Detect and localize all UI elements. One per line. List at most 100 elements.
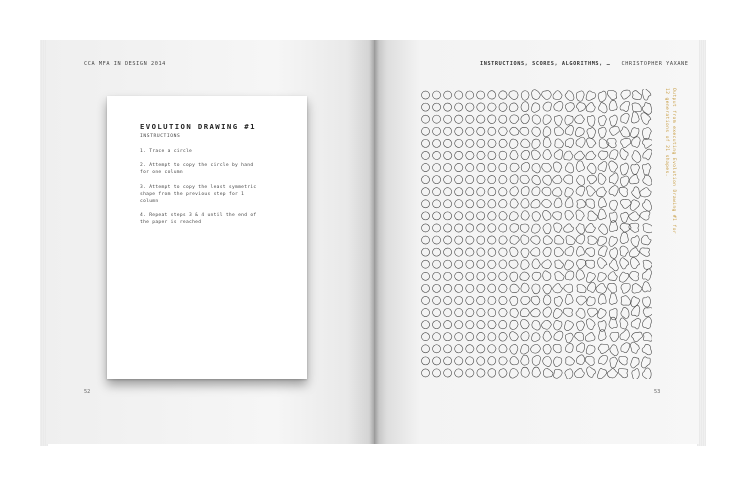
drawn-shape <box>628 222 640 233</box>
drawn-shape <box>620 342 631 354</box>
drawn-shape <box>642 296 651 308</box>
drawn-shape <box>509 307 519 318</box>
drawn-shape <box>597 343 610 354</box>
drawn-shape <box>541 90 552 100</box>
drawn-shape <box>586 318 596 330</box>
drawn-shape <box>629 199 640 211</box>
drawn-shape <box>498 163 508 173</box>
drawn-shape <box>564 332 574 344</box>
drawn-shape <box>542 235 553 245</box>
drawn-shape <box>454 151 464 160</box>
drawn-shape <box>531 355 541 366</box>
drawn-shape <box>552 90 563 100</box>
drawn-shape <box>487 259 497 269</box>
drawn-shape <box>432 247 442 257</box>
drawn-shape <box>498 368 508 378</box>
drawn-shape <box>620 307 630 319</box>
drawn-shape <box>554 271 565 281</box>
drawn-shape <box>607 283 617 294</box>
drawn-shape <box>454 356 464 366</box>
drawn-shape <box>465 151 475 160</box>
drawn-shape <box>553 161 563 173</box>
drawing-caption: Output from executing Evolution Drawing … <box>664 88 676 234</box>
drawn-shape <box>639 247 650 257</box>
drawn-shape <box>642 163 652 176</box>
instruction-step: 3. Attempt to copy the least symmetric s… <box>140 184 257 205</box>
drawn-shape <box>586 366 596 378</box>
drawn-shape <box>454 247 464 257</box>
drawn-shape <box>640 234 652 246</box>
drawn-shape <box>509 344 519 355</box>
drawn-shape <box>587 210 598 221</box>
drawn-shape <box>586 127 597 139</box>
drawn-shape <box>520 149 530 160</box>
drawn-shape <box>641 89 652 101</box>
drawn-shape <box>575 136 586 148</box>
page-number-left: 52 <box>84 389 91 395</box>
drawn-shape <box>476 163 486 173</box>
drawn-shape <box>619 222 632 233</box>
drawn-shape <box>454 102 464 112</box>
right-header-author: CHRISTOPHER YAXANE <box>621 61 689 67</box>
drawn-shape <box>465 344 475 354</box>
drawn-shape <box>642 367 652 379</box>
drawn-shape <box>421 247 431 257</box>
drawn-shape <box>487 102 497 112</box>
drawn-shape <box>454 114 464 124</box>
drawn-shape <box>631 150 642 163</box>
drawn-shape <box>509 331 519 342</box>
drawn-shape <box>554 138 564 149</box>
drawn-shape <box>519 174 530 185</box>
drawn-shape <box>421 308 431 317</box>
drawn-shape <box>608 100 618 112</box>
drawn-shape <box>421 151 431 160</box>
drawn-shape <box>421 175 431 184</box>
drawn-shape <box>553 222 563 233</box>
drawn-shape <box>553 330 564 341</box>
drawn-shape <box>498 138 508 148</box>
drawn-shape <box>642 316 652 329</box>
drawn-shape <box>541 259 552 269</box>
drawn-shape <box>465 175 475 184</box>
drawn-shape <box>597 236 607 247</box>
drawn-shape <box>609 149 619 160</box>
drawn-shape <box>421 296 431 305</box>
drawn-shape <box>575 269 586 281</box>
drawn-shape <box>575 307 586 319</box>
drawn-shape <box>564 162 574 174</box>
drawn-shape <box>543 368 554 378</box>
drawn-shape <box>443 332 453 342</box>
drawn-shape <box>432 114 442 124</box>
drawn-shape <box>552 187 563 197</box>
drawn-shape <box>421 102 431 112</box>
drawn-shape <box>564 210 574 221</box>
drawn-shape <box>563 223 575 233</box>
drawn-shape <box>432 187 442 196</box>
drawn-shape <box>620 199 632 209</box>
drawn-shape <box>531 102 541 113</box>
drawn-shape <box>498 283 508 293</box>
book-spread: CCA MFA IN DESIGN 2014 INSTRUCTIONS, SCO… <box>0 0 747 481</box>
drawn-shape <box>552 283 563 294</box>
drawn-shape <box>531 366 541 378</box>
drawn-shape <box>520 354 530 366</box>
drawn-shape <box>564 293 574 305</box>
drawn-shape <box>443 271 453 281</box>
drawn-shape <box>509 150 519 160</box>
drawn-shape <box>531 332 541 342</box>
drawn-shape <box>564 259 575 271</box>
drawn-shape <box>553 296 564 307</box>
drawn-shape <box>542 356 552 367</box>
shapes-svg <box>421 89 652 379</box>
drawn-shape <box>608 235 618 247</box>
drawn-shape <box>531 258 541 270</box>
drawn-shape <box>421 187 431 196</box>
drawn-shape <box>576 246 585 257</box>
drawn-shape <box>454 320 464 330</box>
drawn-shape <box>630 318 641 330</box>
drawn-shape <box>432 320 442 329</box>
drawn-shape <box>432 356 442 366</box>
drawn-shape <box>530 344 541 354</box>
drawn-shape <box>465 320 475 330</box>
drawn-shape <box>487 187 497 197</box>
